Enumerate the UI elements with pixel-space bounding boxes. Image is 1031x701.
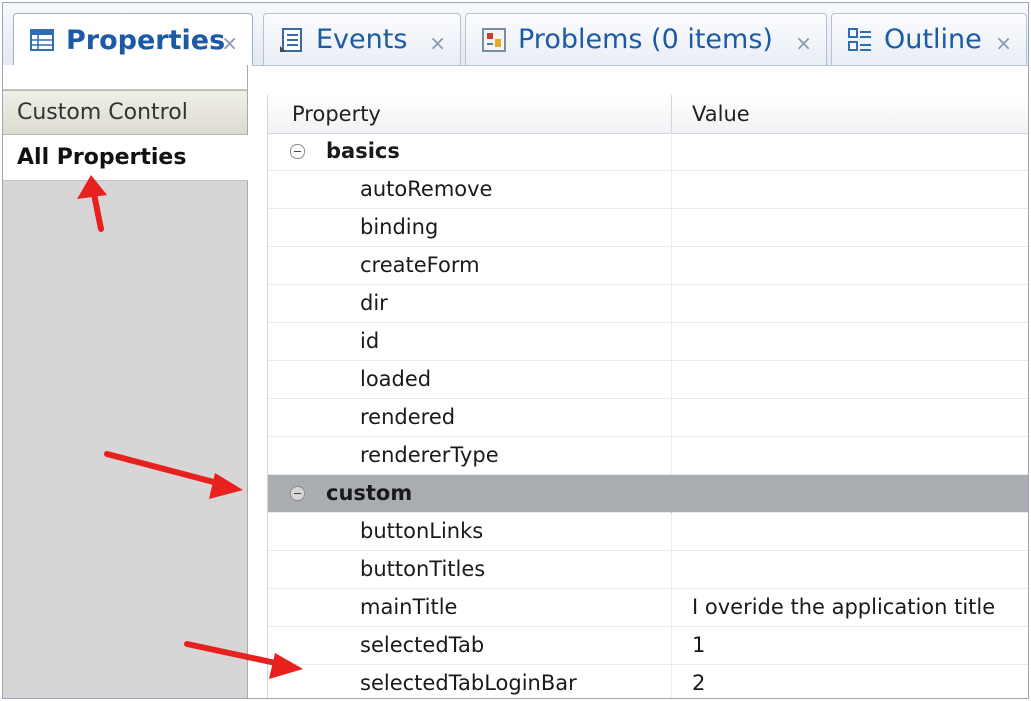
property-cell: buttonTitles <box>268 551 672 589</box>
tab-label: Properties <box>66 24 226 56</box>
sidebar-item-all-properties[interactable]: All Properties <box>3 135 248 181</box>
tab-problems[interactable]: Problems (0 items) × <box>465 13 827 65</box>
property-cell: rendered <box>268 399 672 437</box>
value-cell[interactable]: I overide the application title <box>672 589 1028 627</box>
tab-label: Problems (0 items) <box>518 24 773 55</box>
table-row[interactable]: buttonTitles <box>268 551 1028 589</box>
tab-events[interactable]: Events × <box>263 13 461 65</box>
property-name: selectedTab <box>360 633 485 657</box>
table-row[interactable]: binding <box>268 209 1028 247</box>
tab-outline[interactable]: Outline × <box>831 13 1027 65</box>
table-row[interactable]: selectedTabLoginBar 2 <box>268 665 1028 698</box>
property-category-sidebar: Custom Control All Properties <box>3 65 248 698</box>
table-header: Property Value <box>268 95 1028 134</box>
sidebar-item-custom-control[interactable]: Custom Control <box>3 90 247 135</box>
value-cell[interactable] <box>672 247 1028 285</box>
table-row[interactable]: rendererType <box>268 437 1028 475</box>
close-icon[interactable]: × <box>995 31 1012 55</box>
property-name: id <box>360 329 380 353</box>
table-row[interactable]: buttonLinks <box>268 513 1028 551</box>
value-cell[interactable] <box>672 133 1028 171</box>
property-cell: selectedTab <box>268 627 672 665</box>
sidebar-item-label: All Properties <box>17 145 187 170</box>
view-tab-bar: Properties × Events × Problems (0 items) <box>3 3 1028 66</box>
collapse-toggle-icon[interactable] <box>290 144 305 159</box>
value-cell[interactable] <box>672 475 1028 513</box>
property-name: loaded <box>360 367 432 391</box>
sidebar-item-label: Custom Control <box>17 100 188 125</box>
property-name: basics <box>326 139 400 163</box>
property-cell: loaded <box>268 361 672 399</box>
value-cell[interactable] <box>672 285 1028 323</box>
property-cell: rendererType <box>268 437 672 475</box>
property-name: rendererType <box>360 443 499 467</box>
value-cell[interactable]: 2 <box>672 665 1028 698</box>
value-cell[interactable] <box>672 323 1028 361</box>
value-cell[interactable] <box>672 399 1028 437</box>
category-row[interactable]: basics <box>268 133 1028 171</box>
property-name: selectedTabLoginBar <box>360 671 577 695</box>
value-cell[interactable] <box>672 171 1028 209</box>
sidebar-top-strip <box>3 65 247 90</box>
problems-icon <box>482 27 506 52</box>
property-cell: binding <box>268 209 672 247</box>
column-header-property[interactable]: Property <box>268 95 672 133</box>
close-icon[interactable]: × <box>221 31 238 55</box>
property-cell: basics <box>268 133 672 171</box>
property-cell: autoRemove <box>268 171 672 209</box>
property-table: Property Value basics autoRemove binding cr… <box>267 95 1028 698</box>
value-cell[interactable] <box>672 513 1028 551</box>
value-cell[interactable] <box>672 437 1028 475</box>
property-cell: createForm <box>268 247 672 285</box>
property-name: rendered <box>360 405 456 429</box>
property-name: dir <box>360 291 388 315</box>
value-cell[interactable] <box>672 361 1028 399</box>
tab-properties[interactable]: Properties × <box>13 13 253 66</box>
value-cell[interactable]: 1 <box>672 627 1028 665</box>
table-row[interactable]: rendered <box>268 399 1028 437</box>
table-row[interactable]: loaded <box>268 361 1028 399</box>
collapse-toggle-icon[interactable] <box>290 486 305 501</box>
property-name: createForm <box>360 253 480 277</box>
value-cell[interactable] <box>672 551 1028 589</box>
property-cell: selectedTabLoginBar <box>268 665 672 698</box>
table-row[interactable]: selectedTab 1 <box>268 627 1028 665</box>
property-name: binding <box>360 215 439 239</box>
tab-label: Events <box>316 24 408 55</box>
property-name: mainTitle <box>360 595 458 619</box>
close-icon[interactable]: × <box>795 31 812 55</box>
value-cell[interactable] <box>672 209 1028 247</box>
property-name: custom <box>326 481 413 505</box>
table-row[interactable]: id <box>268 323 1028 361</box>
events-icon <box>280 27 302 52</box>
properties-view: Properties × Events × Problems (0 items) <box>2 2 1029 699</box>
property-cell: dir <box>268 285 672 323</box>
table-row[interactable]: createForm <box>268 247 1028 285</box>
property-name: autoRemove <box>360 177 493 201</box>
table-row[interactable]: mainTitle I overide the application title <box>268 589 1028 627</box>
property-cell: mainTitle <box>268 589 672 627</box>
property-name: buttonTitles <box>360 557 486 581</box>
table-row[interactable]: dir <box>268 285 1028 323</box>
tab-label: Outline <box>884 24 982 55</box>
property-cell: custom <box>268 475 672 513</box>
outline-icon <box>848 27 871 51</box>
property-cell: id <box>268 323 672 361</box>
table-row[interactable]: autoRemove <box>268 171 1028 209</box>
category-row[interactable]: custom <box>268 475 1028 513</box>
properties-icon <box>30 29 54 51</box>
column-header-value[interactable]: Value <box>672 95 1028 133</box>
property-cell: buttonLinks <box>268 513 672 551</box>
close-icon[interactable]: × <box>429 31 446 55</box>
property-name: buttonLinks <box>360 519 484 543</box>
